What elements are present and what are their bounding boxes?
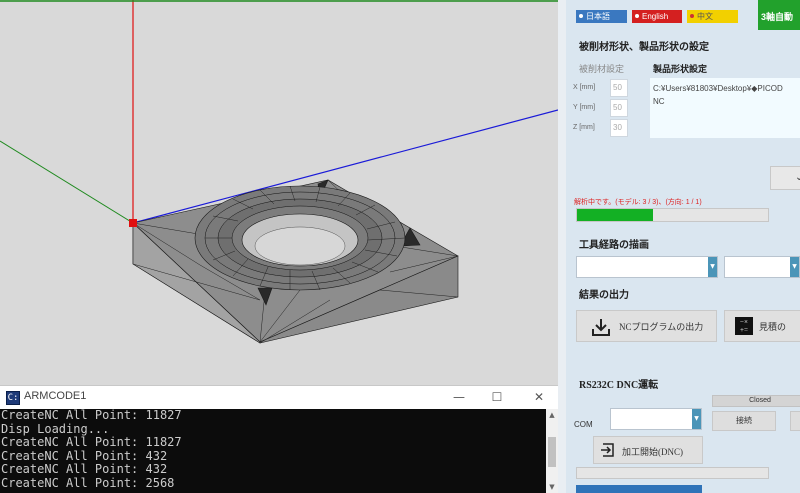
product-shape-path-box[interactable]: C:¥Users¥81803¥Desktop¥◆PICOD NC <box>650 78 800 138</box>
calculator-icon: −× += <box>735 317 753 335</box>
3d-viewport[interactable] <box>0 0 558 385</box>
radio-dot-icon <box>690 14 694 18</box>
close-icon[interactable]: ✕ <box>524 388 554 406</box>
lang-label: 中文 <box>697 12 713 21</box>
com-label: COM <box>574 420 593 429</box>
x-dim-label: X [mm] <box>573 84 596 91</box>
radio-dot-icon <box>635 14 639 18</box>
analysis-status-text: 解析中です。(モデル: 3 / 3)、(方向: 1 / 1) <box>574 199 702 206</box>
dropdown-caret-icon: ▼ <box>790 257 799 277</box>
estimate-button[interactable]: −× += 見積の <box>724 310 800 342</box>
3d-scene <box>0 0 558 344</box>
download-icon <box>592 319 610 336</box>
dropdown-caret-icon: ▼ <box>692 409 701 429</box>
expand-button[interactable]: ⌄ <box>770 166 800 190</box>
workpiece-label: 被削材設定 <box>579 64 625 74</box>
toolpath-select-2[interactable]: ▼ <box>724 256 800 278</box>
output-section-title: 結果の出力 <box>579 290 629 301</box>
chevron-down-icon: ⌄ <box>795 172 800 183</box>
origin-marker <box>129 219 137 227</box>
console-output: CreateNC All Point: 11827 Disp Loading..… <box>0 409 546 493</box>
estimate-label: 見積の <box>759 322 787 332</box>
bottom-action-button[interactable] <box>576 485 702 493</box>
lang-japanese-button[interactable]: 日本語 <box>576 10 627 23</box>
scroll-thumb[interactable] <box>548 437 556 467</box>
x-dim-input[interactable]: 50 <box>610 79 628 97</box>
analysis-progress-bar <box>576 208 769 222</box>
settings-section-title: 被削材形状、製品形状の設定 <box>579 42 709 53</box>
dnc-section-title: RS232C DNC運転 <box>579 380 659 391</box>
product-label: 製品形状設定 <box>653 64 708 74</box>
control-panel: 日本語 English 中文 3軸自動 被削材形状、製品形状の設定 被削材設定 … <box>558 0 800 493</box>
z-dim-input[interactable]: 30 <box>610 119 628 137</box>
z-dim-label: Z [mm] <box>573 124 595 131</box>
console-line: CreateNC All Point: 11827 <box>1 435 182 450</box>
nc-output-button[interactable]: NCプログラムの出力 <box>576 310 717 342</box>
dnc-progress-bar <box>576 467 769 479</box>
console-title: ARMCODE1 <box>24 390 87 402</box>
lang-label: English <box>642 12 669 21</box>
console-line: CreateNC All Point: 432 <box>1 448 168 463</box>
lang-label: 日本語 <box>586 12 610 21</box>
y-dim-input[interactable]: 50 <box>610 99 628 117</box>
connection-status: Closed <box>712 395 800 407</box>
nc-output-label: NCプログラムの出力 <box>619 322 704 332</box>
three-axis-auto-button[interactable]: 3軸自動 <box>758 0 800 30</box>
lang-chinese-button[interactable]: 中文 <box>687 10 738 23</box>
console-line: CreateNC All Point: 2568 <box>1 475 175 490</box>
scroll-down-icon[interactable]: ▼ <box>546 481 558 493</box>
minimize-icon[interactable]: — <box>444 388 474 406</box>
dnc-start-label: 加工開始(DNC) <box>622 447 683 457</box>
product-path-text: C:¥Users¥81803¥Desktop¥◆PICOD <box>653 84 783 93</box>
disconnect-button[interactable] <box>790 411 800 431</box>
dropdown-caret-icon: ▼ <box>708 257 717 277</box>
toolpath-section-title: 工具経路の描画 <box>579 240 649 251</box>
console-line: CreateNC All Point: 432 <box>1 462 168 477</box>
connect-button[interactable]: 接続 <box>712 411 776 431</box>
console-window: C: ARMCODE1 — ☐ ✕ CreateNC All Point: 11… <box>0 385 558 493</box>
console-app-icon: C: <box>6 391 20 405</box>
dnc-start-button[interactable]: 加工開始(DNC) <box>593 436 703 464</box>
radio-dot-icon <box>579 14 583 18</box>
app-window: C: ARMCODE1 — ☐ ✕ CreateNC All Point: 11… <box>0 0 800 493</box>
com-port-select[interactable]: ▼ <box>610 408 702 430</box>
console-scrollbar[interactable]: ▲ ▼ <box>546 409 558 493</box>
console-line: Disp Loading... <box>1 421 110 436</box>
workpiece-model <box>132 179 459 344</box>
y-dim-label: Y [mm] <box>573 104 596 111</box>
enter-icon <box>601 443 614 457</box>
console-line: CreateNC All Point: 11827 <box>1 409 182 422</box>
lang-english-button[interactable]: English <box>632 10 682 23</box>
toolpath-select-1[interactable]: ▼ <box>576 256 718 278</box>
maximize-icon[interactable]: ☐ <box>482 388 512 406</box>
analysis-progress-fill <box>577 209 654 221</box>
scroll-up-icon[interactable]: ▲ <box>546 409 558 421</box>
x-axis-line <box>0 140 134 224</box>
console-titlebar[interactable]: C: ARMCODE1 — ☐ ✕ <box>0 385 558 409</box>
product-path-text-2: NC <box>653 97 665 106</box>
